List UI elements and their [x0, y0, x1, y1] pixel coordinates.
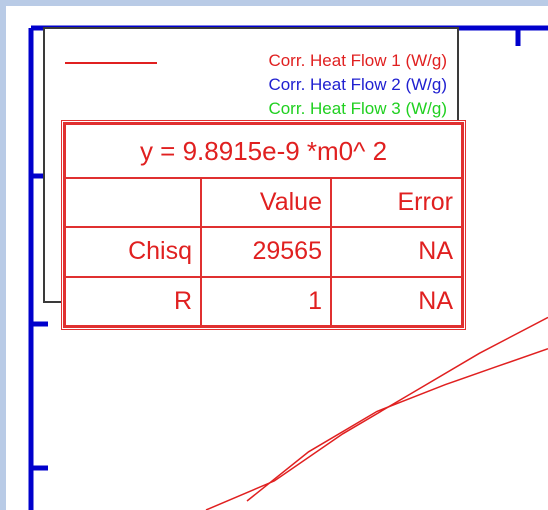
- legend-line-1: [65, 62, 157, 64]
- row-label-chisq: Chisq: [64, 226, 202, 278]
- row-error-chisq: NA: [330, 226, 463, 278]
- legend-entry-2: Corr. Heat Flow 2 (W/g): [268, 75, 447, 94]
- header-value: Value: [200, 176, 332, 229]
- series-line-2: [246, 347, 548, 502]
- legend-entry-3: Corr. Heat Flow 3 (W/g): [268, 99, 447, 118]
- header-error: Error: [330, 176, 463, 229]
- legend-entry-1: Corr. Heat Flow 1 (W/g): [268, 51, 447, 70]
- fit-results-table: y = 9.8915e-9 *m0^ 2 Value Error Chisq 2…: [61, 120, 466, 330]
- row-error-r: NA: [330, 275, 463, 328]
- header-blank: [64, 176, 202, 229]
- row-label-r: R: [64, 275, 202, 328]
- fit-equation: y = 9.8915e-9 *m0^ 2: [64, 123, 463, 179]
- row-value-r: 1: [200, 275, 332, 328]
- plot-area: Corr. Heat Flow 1 (W/g) Corr. Heat Flow …: [6, 6, 548, 510]
- row-value-chisq: 29565: [200, 226, 332, 278]
- series-line-1: [205, 316, 548, 510]
